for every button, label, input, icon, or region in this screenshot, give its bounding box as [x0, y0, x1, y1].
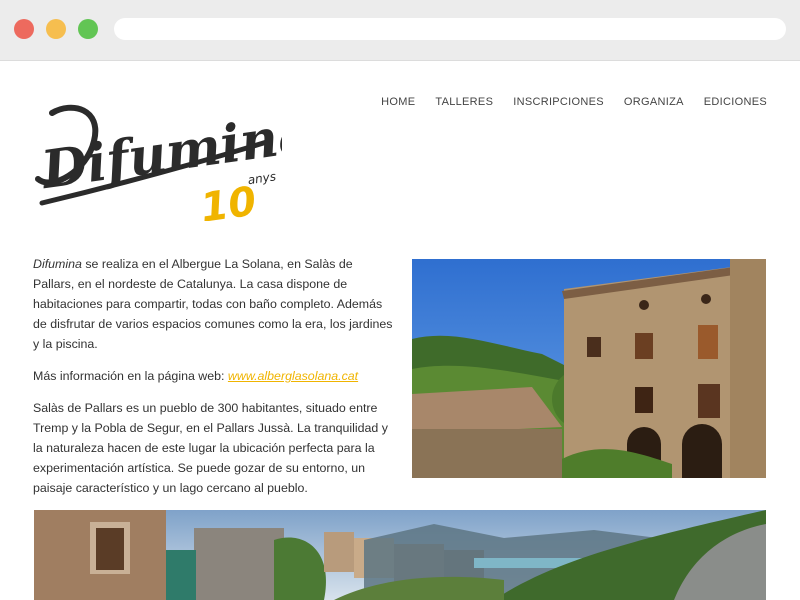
paragraph-more-info: Más información en la página web: www.al… [33, 366, 393, 386]
address-bar[interactable] [114, 18, 786, 40]
albergue-website-link[interactable]: www.alberglasolana.cat [228, 369, 358, 383]
paragraph-town: Salàs de Pallars es un pueblo de 300 hab… [33, 401, 388, 495]
logo-badge-word: anys [247, 169, 277, 187]
window-maximize-button[interactable] [78, 19, 98, 39]
nav-item-organiza[interactable]: ORGANIZA [624, 96, 684, 108]
nav-item-home[interactable]: HOME [381, 96, 415, 108]
content-text: Difumina se realiza en el Albergue La So… [33, 254, 393, 510]
difumina-logo[interactable]: Difumina 10 anys [32, 91, 282, 221]
window-close-button[interactable] [14, 19, 34, 39]
paragraph-intro-text: se realiza en el Albergue La Solana, en … [33, 257, 393, 351]
window-minimize-button[interactable] [46, 19, 66, 39]
page: Difumina 10 anys HOME TALLERES INSCRIPCI… [0, 61, 800, 600]
nav-item-talleres[interactable]: TALLERES [435, 96, 493, 108]
nav-item-inscripciones[interactable]: INSCRIPCIONES [513, 96, 604, 108]
main-nav: HOME TALLERES INSCRIPCIONES ORGANIZA EDI… [381, 96, 767, 108]
salas-de-pallars-panorama-photo [34, 510, 766, 600]
paragraph-intro: Difumina se realiza en el Albergue La So… [33, 254, 393, 354]
browser-chrome [0, 0, 800, 61]
brand-mention: Difumina [33, 257, 82, 271]
nav-item-ediciones[interactable]: EDICIONES [704, 96, 767, 108]
albergue-house-photo [412, 259, 766, 478]
more-info-label: Más información en la página web: [33, 369, 228, 383]
